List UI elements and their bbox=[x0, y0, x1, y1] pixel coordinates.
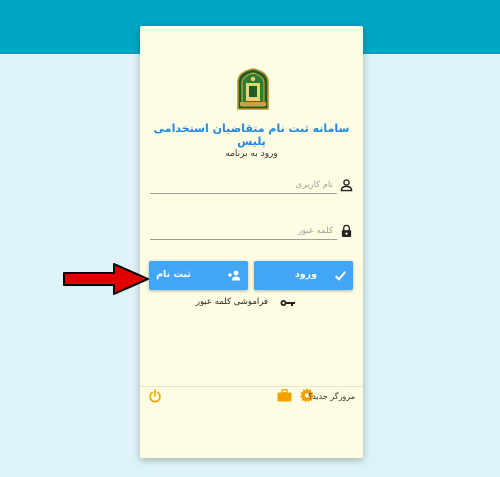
app-title: سامانه ثبت نام متقاضیان استخدامی پلیس bbox=[153, 122, 350, 148]
forgot-password-label[interactable]: فراموشی کلمه عبور bbox=[196, 297, 268, 307]
username-underline bbox=[150, 193, 337, 194]
login-card: سامانه ثبت نام متقاضیان استخدامی پلیس ور… bbox=[140, 26, 363, 458]
login-label: ورود bbox=[294, 269, 317, 280]
red-arrow-annotation bbox=[63, 263, 149, 295]
password-field[interactable]: کلمه عبور bbox=[150, 216, 353, 240]
login-button[interactable]: ورود bbox=[254, 261, 353, 290]
check-icon bbox=[334, 271, 347, 281]
register-button[interactable]: ثبت نام bbox=[149, 261, 248, 290]
password-placeholder[interactable]: کلمه عبور bbox=[298, 226, 333, 236]
forgot-password-link[interactable]: فراموشی کلمه عبور bbox=[196, 297, 296, 311]
password-underline bbox=[150, 239, 337, 240]
police-emblem-icon bbox=[237, 68, 269, 110]
key-icon bbox=[280, 300, 295, 306]
username-field[interactable]: نام کاربری bbox=[150, 170, 353, 194]
footer-divider bbox=[140, 386, 363, 387]
lock-icon bbox=[341, 224, 352, 238]
add-user-icon bbox=[228, 270, 241, 281]
new-browser-link[interactable]: مرورگر جدید؟ bbox=[308, 392, 355, 401]
briefcase-icon[interactable] bbox=[277, 389, 292, 402]
register-label: ثبت نام bbox=[156, 269, 191, 280]
user-icon bbox=[340, 179, 353, 192]
power-icon[interactable] bbox=[148, 389, 162, 403]
username-placeholder[interactable]: نام کاربری bbox=[296, 180, 333, 190]
login-subtitle: ورود به برنامه bbox=[225, 149, 278, 159]
